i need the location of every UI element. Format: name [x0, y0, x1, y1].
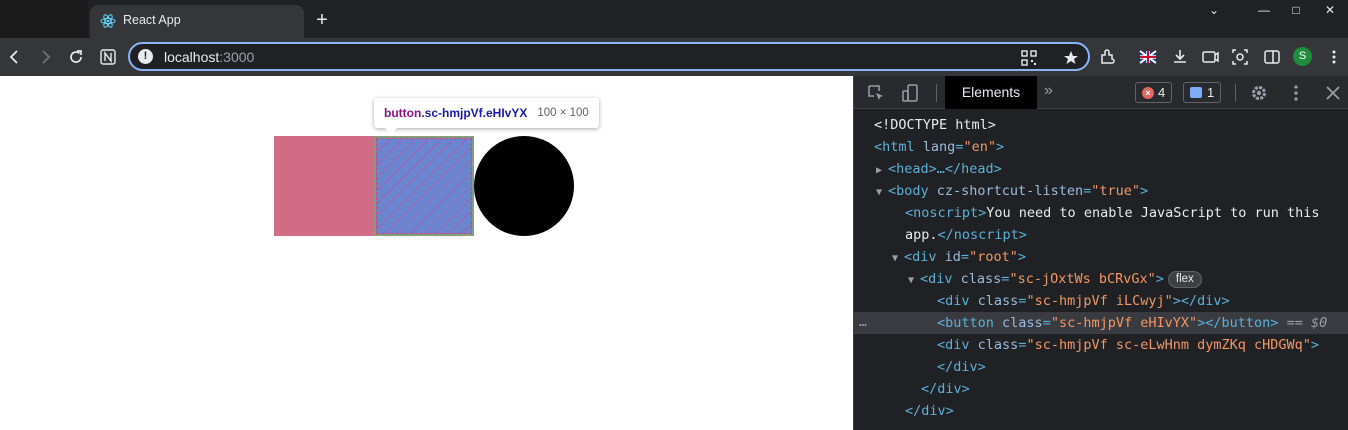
back-arrow-icon	[9, 50, 18, 64]
dom-node-noscript-cont[interactable]: app.</noscript>	[854, 224, 1348, 246]
toolbar-separator	[936, 84, 937, 102]
errors-count: 4	[1158, 85, 1166, 100]
tooltip-dimensions: 100 × 100	[537, 107, 589, 119]
pink-square	[274, 136, 374, 236]
collapse-triangle-icon[interactable]: ▼	[908, 270, 920, 290]
inspect-tooltip: button.sc-hmjpVf.eHIvYX 100 × 100	[374, 98, 599, 128]
collapse-triangle-icon[interactable]: ▼	[876, 182, 888, 202]
tab-search-button[interactable]: ⌄	[1196, 2, 1232, 22]
dom-node-child3[interactable]: <div class="sc-hmjpVf sc-eLwHnm dymZKq c…	[854, 334, 1348, 356]
bookmark-star-icon[interactable]	[1062, 49, 1080, 67]
error-icon: ×	[1142, 86, 1154, 99]
dom-node-button-selected[interactable]: … <button class="sc-hmjpVf eHIvYX"></butt…	[854, 312, 1348, 334]
uk-flag-icon[interactable]	[1138, 47, 1158, 67]
errors-badge[interactable]: × 4	[1135, 82, 1173, 103]
profile-avatar[interactable]: S	[1293, 47, 1312, 66]
highlighted-button[interactable]	[374, 136, 474, 236]
tab-title: React App	[123, 13, 181, 27]
dom-node-noscript[interactable]: <noscript>You need to enable JavaScript …	[854, 202, 1348, 224]
flex-container	[274, 136, 574, 236]
reload-button[interactable]	[66, 47, 86, 67]
window-logo-area	[0, 0, 88, 38]
dom-node-child1[interactable]: <div class="sc-hmjpVf iLCwyj"></div>	[854, 290, 1348, 312]
collapse-triangle-icon[interactable]: ▼	[892, 248, 904, 268]
dom-node-html[interactable]: <html lang="en">	[854, 136, 1348, 158]
react-icon	[100, 14, 116, 28]
devtools-toolbar: Elements » × 4 1	[854, 76, 1348, 109]
extension-n-button[interactable]	[98, 47, 118, 67]
messages-count: 1	[1207, 85, 1215, 100]
toolbar-separator	[1235, 84, 1236, 102]
message-icon	[1190, 87, 1202, 98]
notion-icon	[100, 49, 116, 65]
inspect-element-icon[interactable]	[866, 83, 886, 103]
url-text[interactable]: localhost:3000	[164, 49, 254, 65]
screenshot-icon[interactable]	[1230, 47, 1250, 67]
tab-elements[interactable]: Elements	[945, 76, 1037, 109]
side-panel-icon[interactable]	[1262, 47, 1282, 67]
site-info-icon[interactable]: !	[138, 49, 153, 64]
title-bar: React App + ⌄ — □ ✕	[0, 0, 1348, 38]
maximize-button[interactable]: □	[1278, 2, 1314, 22]
new-tab-button[interactable]: +	[312, 10, 332, 30]
reload-icon	[70, 50, 82, 63]
kebab-menu-icon[interactable]	[1324, 47, 1344, 67]
dom-node-doctype[interactable]: <!DOCTYPE html>	[854, 114, 1348, 136]
page-viewport: button.sc-hmjpVf.eHIvYX 100 × 100	[0, 76, 853, 430]
console-ref: == $0	[1286, 315, 1328, 331]
cast-icon[interactable]	[1200, 47, 1220, 67]
dom-node-root[interactable]: ▼ <div id="root">	[854, 246, 1348, 268]
browser-tab[interactable]: React App	[90, 5, 304, 38]
forward-arrow-icon	[42, 50, 51, 64]
dom-node-flex-div[interactable]: ▼ <div class="sc-jOxtWs bCRvGx"> flex	[854, 268, 1348, 290]
close-icon[interactable]	[1323, 83, 1343, 103]
dom-node-head[interactable]: ▶ <head>…</head>	[854, 158, 1348, 180]
black-circle	[474, 136, 574, 236]
forward-button[interactable]	[36, 47, 56, 67]
dom-node-child3-close[interactable]: </div>	[854, 356, 1348, 378]
devtools-panel: Elements » × 4 1 <!DOCTYPE html> <html l…	[853, 76, 1348, 430]
flex-badge[interactable]: flex	[1167, 270, 1202, 288]
minimize-button[interactable]: —	[1246, 2, 1282, 22]
tooltip-tag: button	[384, 106, 422, 120]
more-tabs-button[interactable]: »	[1044, 82, 1053, 100]
tooltip-class: .sc-hmjpVf.eHIvYX	[421, 106, 528, 120]
highlight-padding	[374, 136, 474, 236]
back-button[interactable]	[4, 47, 24, 67]
address-bar[interactable]: ! localhost:3000	[128, 42, 1090, 71]
dom-node-flex-close[interactable]: </div>	[854, 378, 1348, 400]
download-icon[interactable]	[1170, 47, 1190, 67]
close-window-button[interactable]: ✕	[1312, 2, 1348, 22]
qr-code-icon[interactable]	[1020, 49, 1038, 67]
dom-node-root-close[interactable]: </div>	[854, 400, 1348, 422]
kebab-menu-icon[interactable]	[1286, 83, 1306, 103]
browser-toolbar: ! localhost:3000 S	[0, 38, 1348, 76]
extensions-puzzle-icon[interactable]	[1098, 47, 1118, 67]
dom-node-body[interactable]: ▼ <body cz-shortcut-listen="true">	[854, 180, 1348, 202]
gear-icon[interactable]	[1249, 83, 1269, 103]
messages-badge[interactable]: 1	[1183, 82, 1222, 103]
expand-triangle-icon[interactable]: ▶	[876, 160, 888, 180]
device-toolbar-icon[interactable]	[900, 83, 920, 103]
node-actions-dots[interactable]: …	[859, 312, 867, 334]
tooltip-arrow	[384, 127, 398, 134]
